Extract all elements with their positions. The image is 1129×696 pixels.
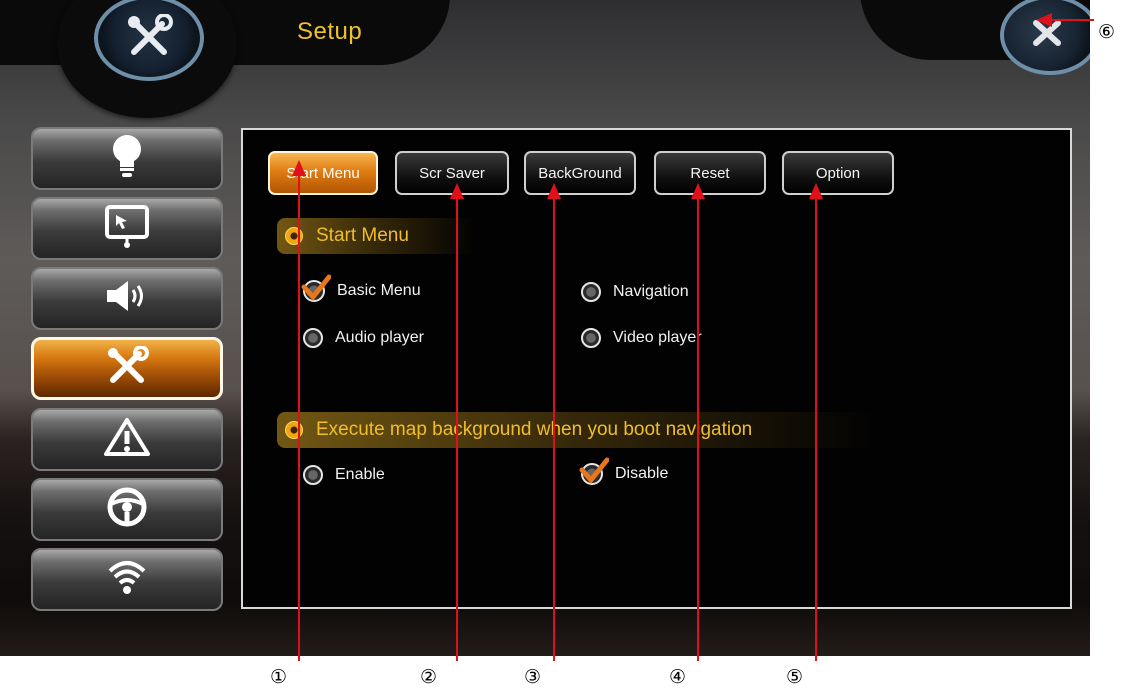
callout-number-4: ④ <box>669 666 687 688</box>
arrow-head-5 <box>809 183 823 199</box>
callout-number-1: ① <box>270 666 288 688</box>
arrow-head-1 <box>292 160 306 176</box>
arrow-head-6 <box>1036 13 1052 27</box>
arrow-head-4 <box>691 183 705 199</box>
callout-number-3: ③ <box>524 666 542 688</box>
arrow-head-2 <box>450 183 464 199</box>
callout-arrows <box>292 13 1094 199</box>
callout-number-5: ⑤ <box>786 666 804 688</box>
callout-number-2: ② <box>420 666 438 688</box>
arrow-head-3 <box>547 183 561 199</box>
callout-number-6: ⑥ <box>1098 21 1116 43</box>
